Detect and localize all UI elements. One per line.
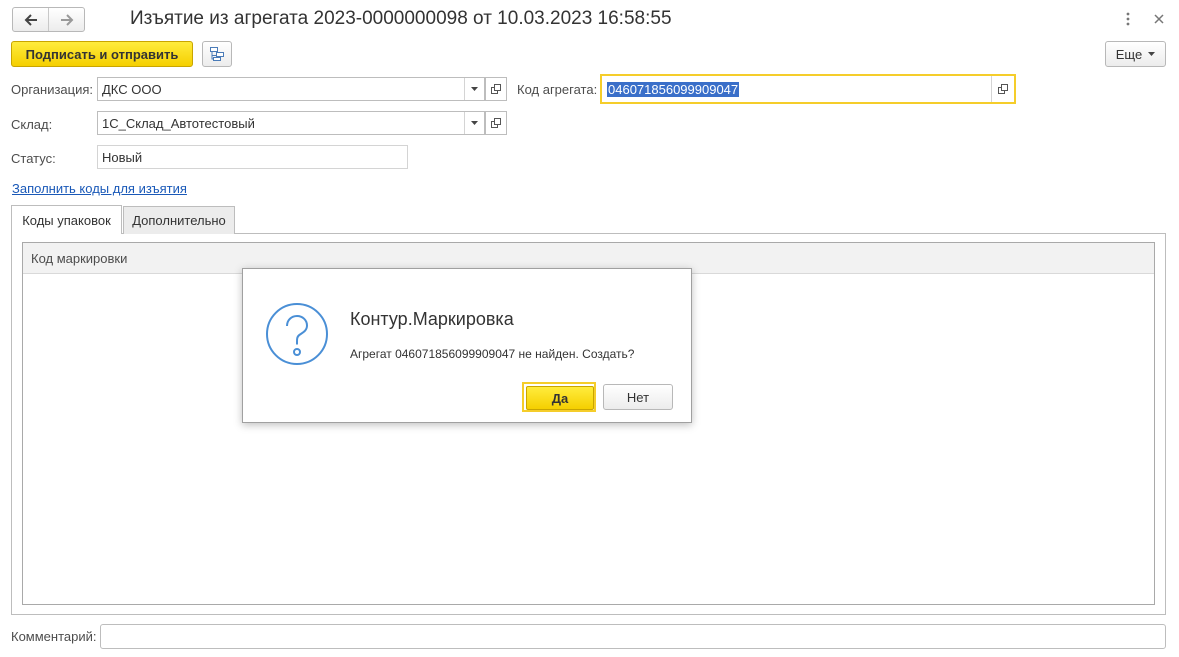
structure-button[interactable] [202, 41, 232, 67]
caret-down-icon [471, 87, 478, 91]
warehouse-label: Склад: [11, 117, 53, 132]
tab-additional[interactable]: Дополнительно [123, 206, 235, 234]
caret-down-icon [471, 121, 478, 125]
page-title: Изъятие из агрегата 2023-0000000098 от 1… [130, 8, 672, 29]
aggregate-code-label: Код агрегата: [517, 82, 598, 97]
comment-field[interactable] [100, 624, 1166, 649]
confirm-dialog: Контур.Маркировка Агрегат 04607185609990… [242, 268, 692, 423]
tab-package-codes[interactable]: Коды упаковок [11, 205, 122, 234]
aggregate-code-open-button[interactable] [991, 76, 1014, 102]
question-icon [266, 303, 328, 365]
structure-icon [210, 47, 224, 61]
open-window-icon [998, 84, 1008, 94]
forward-button[interactable] [48, 8, 84, 31]
arrow-left-icon [24, 13, 37, 26]
aggregate-code-field[interactable]: 046071856099909047 [600, 74, 1016, 104]
aggregate-code-value: 046071856099909047 [607, 81, 740, 97]
warehouse-value: 1С_Склад_Автотестовый [102, 115, 255, 131]
warehouse-open-button[interactable] [485, 111, 507, 135]
open-window-icon [491, 84, 501, 94]
organization-value: ДКС ООО [102, 81, 162, 97]
yes-button-label: Да [526, 386, 594, 410]
sign-and-send-button[interactable]: Подписать и отправить [11, 41, 193, 67]
navigation-buttons [12, 7, 85, 32]
comment-label: Комментарий: [11, 629, 97, 644]
dialog-title: Контур.Маркировка [350, 309, 514, 329]
yes-button[interactable]: Да [522, 382, 596, 412]
status-field: Новый [97, 145, 408, 169]
status-label: Статус: [11, 151, 56, 166]
organization-field[interactable]: ДКС ООО [97, 77, 485, 101]
back-button[interactable] [13, 8, 48, 31]
column-header-marking-code[interactable]: Код маркировки [31, 251, 127, 266]
caret-down-icon [1148, 52, 1156, 56]
no-button[interactable]: Нет [603, 384, 673, 410]
organization-open-button[interactable] [485, 77, 507, 101]
status-value: Новый [102, 149, 143, 165]
more-vertical-icon [1126, 12, 1130, 26]
fill-codes-link[interactable]: Заполнить коды для изъятия [12, 181, 187, 196]
window-close-button[interactable] [1151, 10, 1167, 28]
organization-dropdown-button[interactable] [464, 78, 484, 100]
more-button[interactable]: Еще [1105, 41, 1166, 67]
window-menu-button[interactable] [1120, 10, 1136, 28]
organization-label: Организация: [11, 82, 94, 97]
more-label: Еще [1115, 46, 1143, 62]
dialog-message: Агрегат 046071856099909047 не найден. Со… [350, 347, 635, 361]
warehouse-dropdown-button[interactable] [464, 112, 484, 134]
arrow-right-icon [60, 13, 73, 26]
close-icon [1154, 14, 1164, 24]
open-window-icon [491, 118, 501, 128]
warehouse-field[interactable]: 1С_Склад_Автотестовый [97, 111, 485, 135]
